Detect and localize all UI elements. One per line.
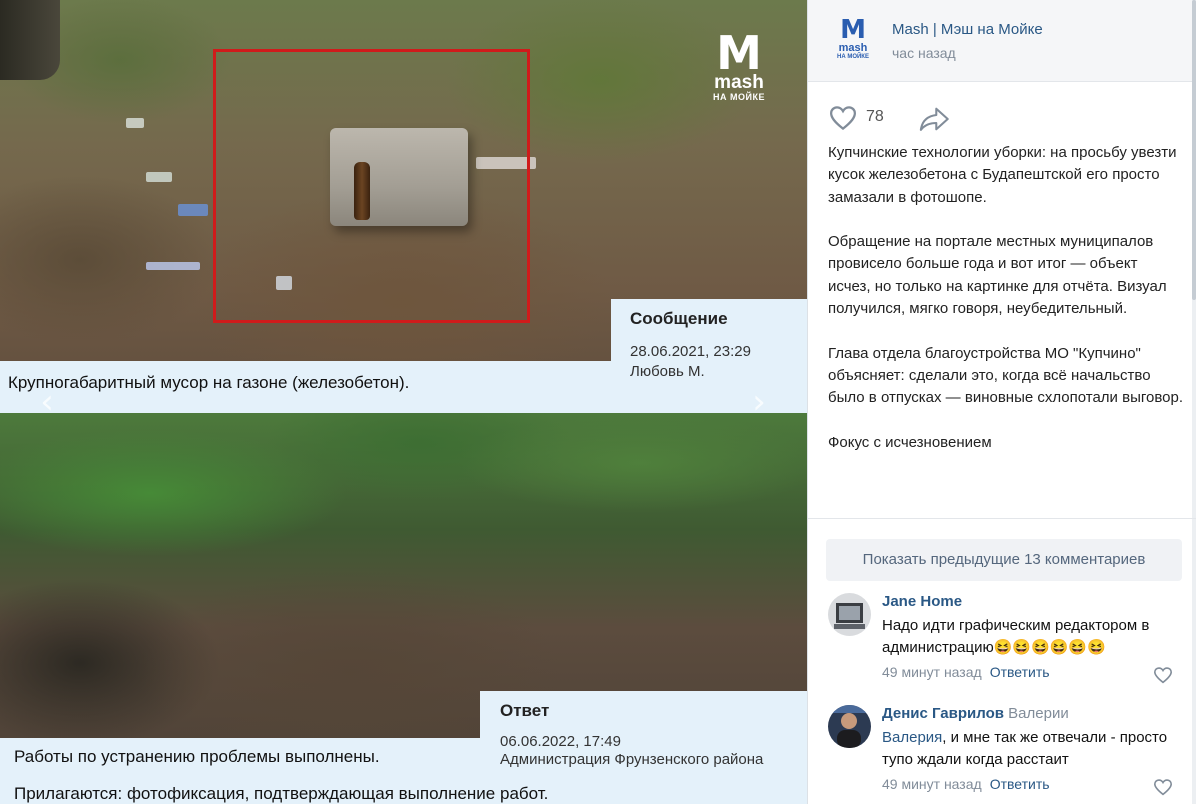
answer-author: Администрация Фрунзенского района — [500, 751, 764, 768]
avatar[interactable] — [828, 705, 871, 748]
heart-icon[interactable] — [828, 103, 858, 133]
message-info-box: Сообщение 28.06.2021, 23:29 Любовь М. — [611, 299, 807, 413]
answer-title: Ответ — [500, 701, 550, 720]
comment-time[interactable]: 49 минут назад — [882, 664, 982, 680]
reply-button[interactable]: Ответить — [990, 776, 1050, 792]
comment-time[interactable]: 49 минут назад — [882, 776, 982, 792]
show-previous-comments-button[interactable]: Показать предыдущие 13 комментариев — [826, 539, 1182, 581]
group-name-link[interactable]: Mash | Мэш на Мойке — [892, 21, 1043, 38]
comment-author: Денис Гаврилов Валерии — [882, 705, 1069, 722]
chevron-left-icon[interactable]: ‹ — [32, 384, 62, 420]
scrollbar[interactable] — [1192, 0, 1196, 804]
tree-trunk — [0, 0, 60, 80]
highlight-frame — [213, 49, 530, 323]
message-datetime: 28.06.2021, 23:29 — [630, 343, 751, 360]
reply-button[interactable]: Ответить — [990, 664, 1050, 680]
comment-meta: 49 минут назад Ответить — [882, 664, 1050, 680]
litter — [178, 204, 208, 216]
chevron-right-icon[interactable]: › — [744, 384, 774, 420]
message-author: Любовь М. — [630, 363, 705, 380]
post-paragraph: Купчинские технологии уборки: на просьбу… — [828, 144, 1177, 206]
post-paragraph: Глава отдела благоустройства МО "Купчино… — [828, 344, 1183, 407]
comment-author-name[interactable]: Денис Гаврилов — [882, 705, 1004, 722]
answer-attachments-text: Прилагаются: фотофиксация, подтверждающа… — [14, 784, 549, 803]
comment-reply-to[interactable]: Валерии — [1008, 705, 1069, 722]
like-count: 78 — [866, 108, 884, 125]
post-header: M mash НА МОЙКЕ Mash | Мэш на Мойке час … — [808, 0, 1196, 82]
comment: Jane Home Надо идти графическим редактор… — [828, 593, 1188, 685]
litter — [126, 118, 144, 128]
comment-meta: 49 минут назад Ответить — [882, 776, 1050, 792]
post-text: Купчинские технологии уборки: на просьбу… — [828, 142, 1183, 476]
heart-icon[interactable] — [1153, 666, 1173, 684]
scrollbar-thumb[interactable] — [1192, 0, 1196, 300]
litter — [146, 262, 200, 270]
litter — [146, 172, 172, 182]
comment-text: Валерия, и мне так же отвечали - просто … — [882, 727, 1182, 771]
heart-icon[interactable] — [1153, 778, 1173, 796]
answer-datetime: 06.06.2022, 17:49 — [500, 733, 621, 750]
answer-info-box: Ответ 06.06.2022, 17:49 Администрация Фр… — [480, 691, 807, 777]
problem-caption: Крупногабаритный мусор на газоне (железо… — [8, 373, 410, 392]
divider — [808, 518, 1196, 519]
mash-watermark: M mash НА МОЙКЕ — [713, 26, 765, 102]
comment-addressee[interactable]: Валерия — [882, 729, 942, 746]
post-time[interactable]: час назад — [892, 45, 956, 61]
message-title: Сообщение — [630, 309, 728, 328]
photo-viewer[interactable]: M mash НА МОЙКЕ Крупногабаритный мусор н… — [0, 0, 807, 804]
post-paragraph: Обращение на портале местных муниципалов… — [828, 233, 1167, 318]
post-paragraph: Фокус с исчезновением — [828, 433, 992, 451]
comment-text: Надо идти графическим редактором в админ… — [882, 617, 1150, 656]
group-avatar[interactable]: M mash НА МОЙКЕ — [832, 17, 874, 65]
answer-text: Работы по устранению проблемы выполнены. — [14, 747, 380, 766]
avatar[interactable] — [828, 593, 871, 636]
comment-author[interactable]: Jane Home — [882, 593, 962, 610]
post-panel: M mash НА МОЙКЕ Mash | Мэш на Мойке час … — [807, 0, 1196, 804]
comment: Денис Гаврилов Валерии Валерия, и мне та… — [828, 705, 1188, 800]
share-icon[interactable] — [918, 105, 950, 133]
